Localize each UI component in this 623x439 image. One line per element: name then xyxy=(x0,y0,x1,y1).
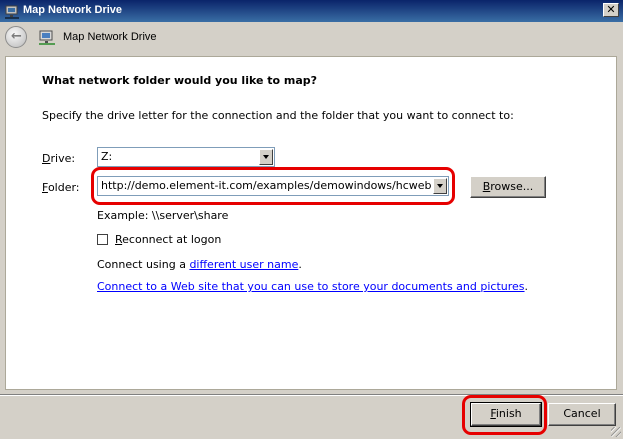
network-drive-icon xyxy=(39,30,55,45)
cancel-button[interactable]: Cancel xyxy=(548,403,616,426)
web-site-link-row: Connect to a Web site that you can use t… xyxy=(97,280,529,293)
browse-button[interactable]: Browse... xyxy=(470,176,546,198)
chevron-down-icon[interactable] xyxy=(433,178,447,194)
drive-select[interactable]: Z: xyxy=(97,147,275,167)
folder-input-value: http://demo.element-it.com/examples/demo… xyxy=(101,179,432,192)
wizard-header: ← Map Network Drive xyxy=(0,22,623,52)
back-arrow-icon: ← xyxy=(11,29,22,44)
page-heading: What network folder would you like to ma… xyxy=(42,74,318,87)
reconnect-label[interactable]: Reconnect at logon xyxy=(115,233,221,246)
network-drive-icon xyxy=(5,5,19,19)
instruction-text: Specify the drive letter for the connect… xyxy=(42,109,514,122)
map-network-drive-window: Map Network Drive ✕ ← Map Network Drive … xyxy=(0,0,623,439)
footer-separator xyxy=(0,394,623,396)
title-bar[interactable]: Map Network Drive ✕ xyxy=(0,0,623,22)
chevron-down-icon[interactable] xyxy=(259,149,273,165)
window-title: Map Network Drive xyxy=(23,4,123,16)
different-user-name-link[interactable]: different user name xyxy=(189,258,298,271)
reconnect-checkbox[interactable] xyxy=(97,234,108,245)
drive-label: Drive: xyxy=(42,152,76,165)
folder-label: Folder: xyxy=(42,181,80,194)
connect-using-text: Connect using a different user name. xyxy=(97,258,302,271)
example-text: Example: \\server\share xyxy=(97,209,229,222)
wizard-title: Map Network Drive xyxy=(63,31,157,43)
folder-input[interactable]: http://demo.element-it.com/examples/demo… xyxy=(97,176,449,196)
close-button[interactable]: ✕ xyxy=(603,3,619,17)
resize-grip-icon[interactable] xyxy=(611,427,621,437)
wizard-content: What network folder would you like to ma… xyxy=(5,56,617,390)
web-site-link[interactable]: Connect to a Web site that you can use t… xyxy=(97,280,525,293)
close-icon: ✕ xyxy=(606,3,616,16)
finish-button[interactable]: Finish xyxy=(470,402,542,427)
drive-select-value: Z: xyxy=(101,150,113,163)
back-button[interactable]: ← xyxy=(5,26,27,48)
